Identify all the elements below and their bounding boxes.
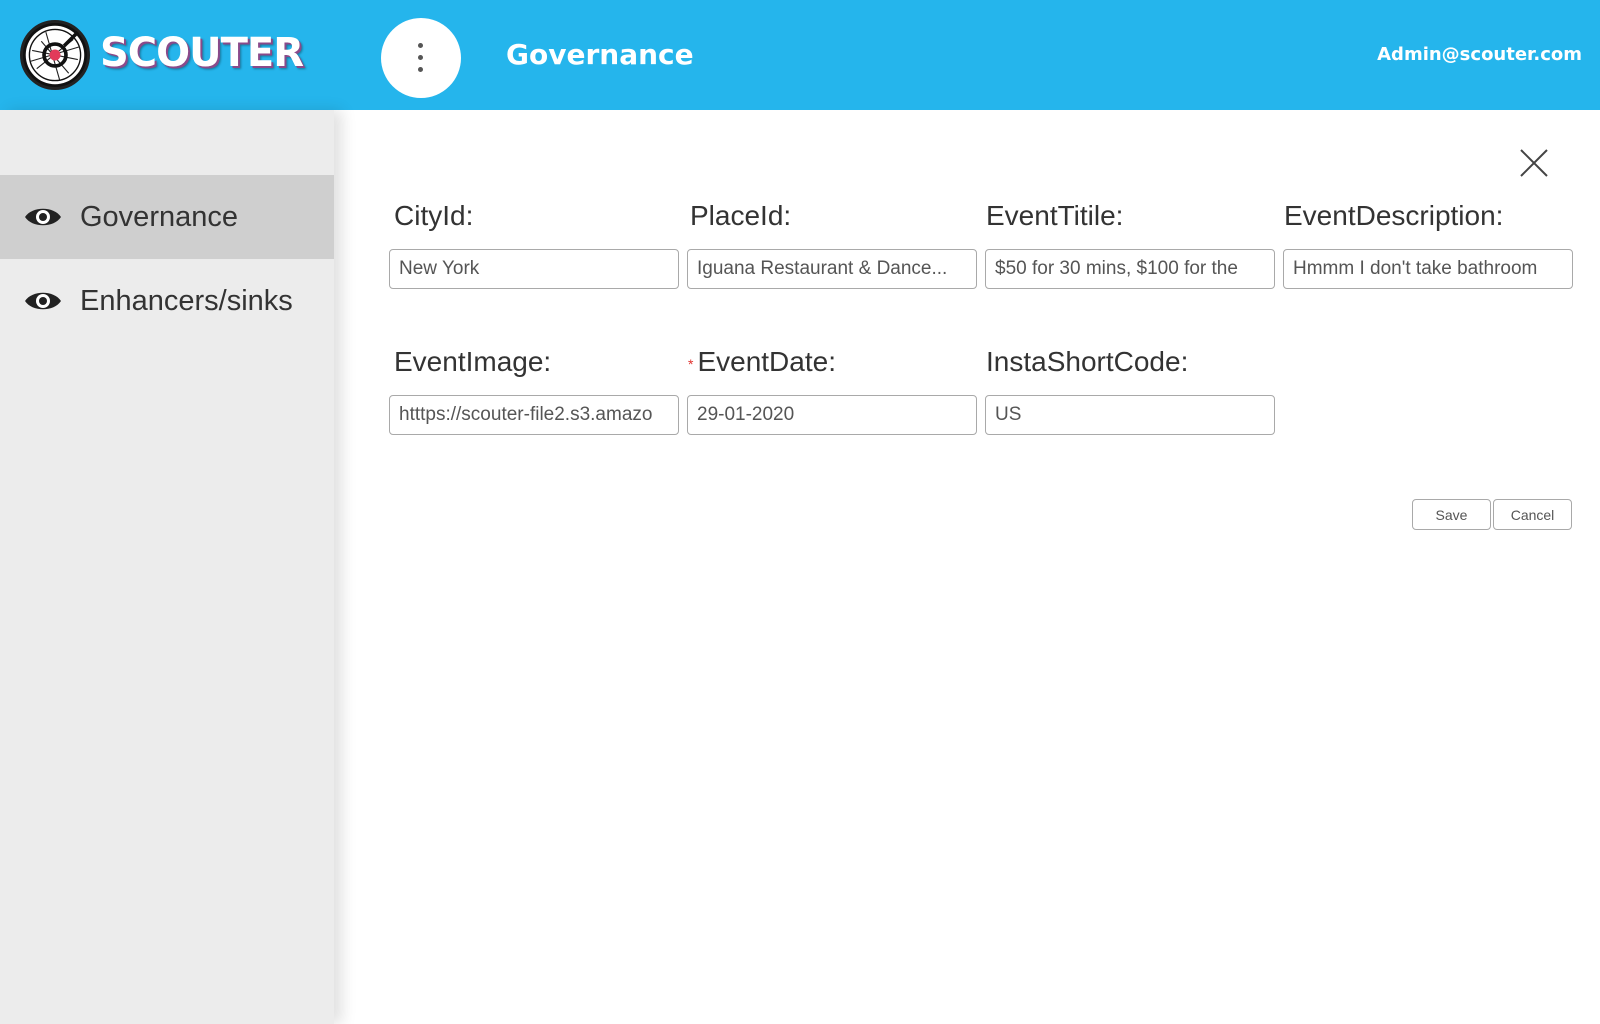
- placeid-input[interactable]: Iguana Restaurant & Dance...: [687, 249, 977, 289]
- sidebar-item-label: Governance: [80, 200, 238, 233]
- close-icon[interactable]: [1518, 147, 1550, 179]
- more-menu-button[interactable]: [381, 18, 461, 98]
- save-button[interactable]: Save: [1412, 499, 1491, 530]
- eye-icon: [25, 292, 61, 310]
- placeid-label: PlaceId:: [690, 200, 792, 231]
- eye-icon: [25, 208, 61, 226]
- eventdate-label-text: EventDate:: [697, 346, 836, 377]
- eventdescription-input[interactable]: Hmmm I don't take bathroom: [1283, 249, 1573, 289]
- eventdate-label: * EventDate:: [688, 346, 836, 378]
- cityid-label: CityId:: [394, 200, 474, 231]
- eventtitle-label: EventTitile:: [986, 200, 1124, 231]
- brand-name: SCOUTER: [100, 30, 304, 76]
- user-email[interactable]: Admin@scouter.com: [1377, 44, 1582, 65]
- more-vertical-icon: [418, 43, 424, 73]
- required-marker: *: [688, 355, 694, 372]
- sidebar-item-governance[interactable]: Governance: [0, 175, 334, 259]
- sidebar-item-label: Enhancers/sinks: [80, 284, 293, 317]
- scouter-logo-icon: [20, 20, 90, 90]
- eventdescription-label: EventDescription:: [1284, 200, 1504, 231]
- page-title: Governance: [506, 38, 694, 71]
- cancel-button[interactable]: Cancel: [1493, 499, 1572, 530]
- cityid-input[interactable]: New York: [389, 249, 679, 289]
- eventimage-label: EventImage:: [394, 346, 552, 377]
- eventimage-input[interactable]: htttps://scouter-file2.s3.amazo: [389, 395, 679, 435]
- eventdate-input[interactable]: 29-01-2020: [687, 395, 977, 435]
- instashortcode-label: InstaShortCode:: [986, 346, 1189, 377]
- eventtitle-input[interactable]: $50 for 30 mins, $100 for the: [985, 249, 1275, 289]
- sidebar: Governance Enhancers/sinks: [0, 110, 334, 1024]
- app-header: SCOUTER Governance Admin@scouter.com: [0, 0, 1600, 110]
- instashortcode-input[interactable]: US: [985, 395, 1275, 435]
- sidebar-item-enhancers-sinks[interactable]: Enhancers/sinks: [0, 259, 334, 343]
